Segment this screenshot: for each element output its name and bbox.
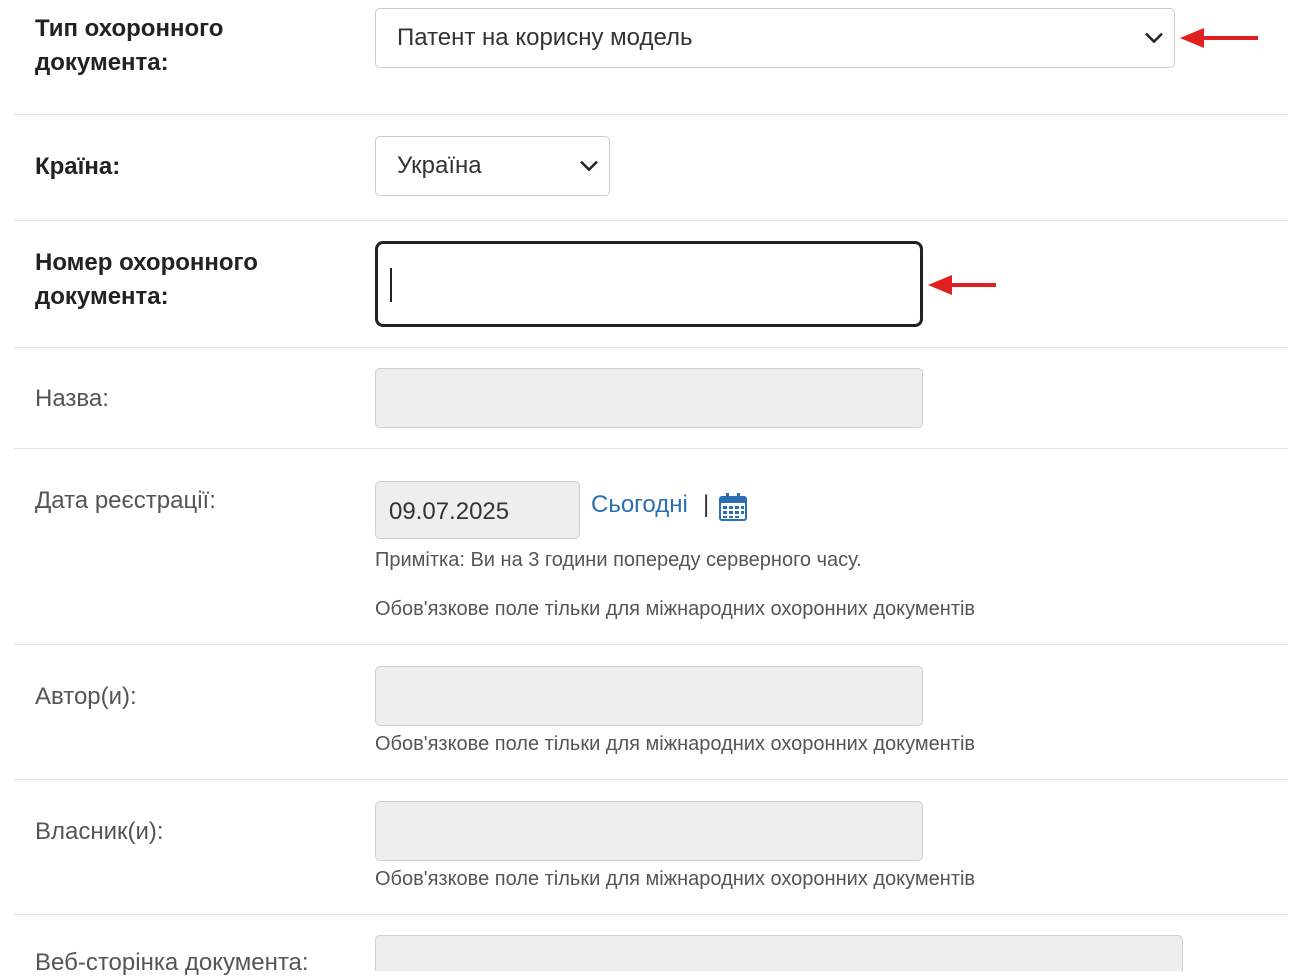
web-page-input <box>375 935 1183 971</box>
country-select[interactable]: Україна <box>375 136 610 196</box>
required-note: Обов'язкове поле тільки для міжнародних … <box>375 868 976 890</box>
doc-type-select[interactable]: Патент на корисну модель <box>375 8 1175 68</box>
doc-number-input[interactable] <box>375 241 923 327</box>
web-page-label: Веб-сторінка документа: <box>35 949 309 976</box>
required-note: Обов'язкове поле тільки для міжнародних … <box>375 733 976 755</box>
row-divider <box>14 114 1288 115</box>
separator: | <box>703 491 710 518</box>
doc-type-value: Патент на корисну модель <box>397 24 693 51</box>
row-divider <box>14 347 1288 348</box>
chevron-down-icon <box>579 151 599 179</box>
owners-label: Власник(и): <box>35 818 164 845</box>
country-value: Україна <box>397 152 482 179</box>
row-divider <box>14 220 1288 221</box>
doc-type-label: Тип охоронного документа: <box>35 15 224 76</box>
row-divider <box>14 914 1288 915</box>
today-link[interactable]: Сьогодні <box>591 491 688 519</box>
reg-date-value: 09.07.2025 <box>389 498 510 525</box>
title-input <box>375 368 923 428</box>
red-arrow-left-icon <box>1180 26 1260 55</box>
authors-label: Автор(и): <box>35 683 137 710</box>
reg-date-label: Дата реєстрації: <box>35 487 216 514</box>
required-note: Обов'язкове поле тільки для міжнародних … <box>375 598 976 620</box>
reg-date-input[interactable]: 09.07.2025 <box>375 481 580 539</box>
title-label: Назва: <box>35 385 109 412</box>
row-divider <box>14 779 1288 780</box>
owners-input <box>375 801 923 861</box>
doc-number-label: Номер охоронного документа: <box>35 249 258 310</box>
row-divider <box>14 644 1288 645</box>
chevron-down-icon <box>1144 23 1164 51</box>
red-arrow-left-icon <box>928 273 998 302</box>
row-divider <box>14 448 1288 449</box>
country-label: Країна: <box>35 153 121 180</box>
calendar-icon[interactable] <box>718 492 748 527</box>
authors-input <box>375 666 923 726</box>
text-cursor <box>390 268 392 302</box>
time-note: Примітка: Ви на 3 години попереду сервер… <box>375 549 862 571</box>
